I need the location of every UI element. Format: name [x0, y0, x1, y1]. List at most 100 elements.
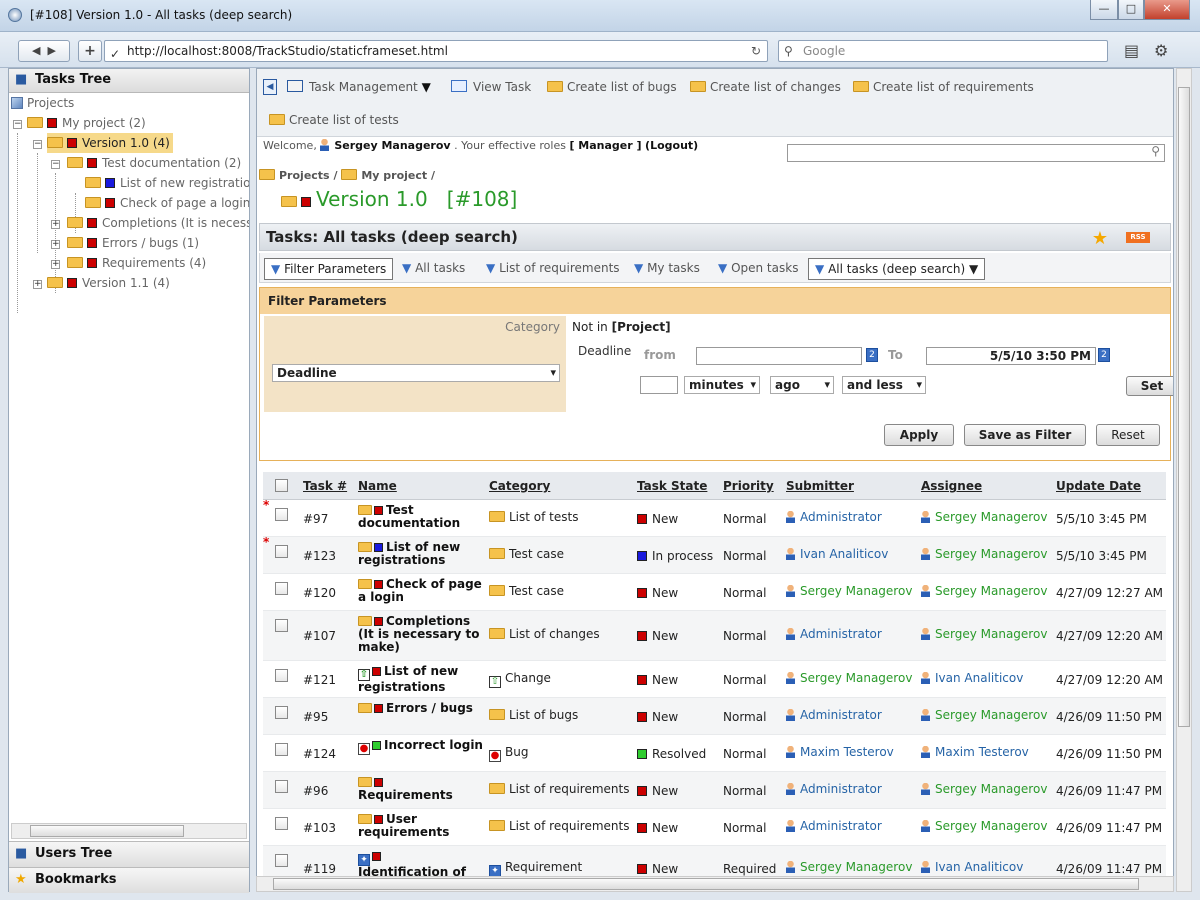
- main-horizontal-scrollbar[interactable]: [256, 876, 1174, 892]
- breadcrumb-my-project[interactable]: My project: [361, 169, 427, 182]
- tree-node-completions[interactable]: Completions (It is necessary: [67, 213, 249, 233]
- task-name-link[interactable]: Incorrect login: [384, 738, 483, 752]
- main-vertical-scrollbar[interactable]: [1176, 68, 1192, 892]
- row-checkbox[interactable]: [275, 706, 288, 719]
- user-name[interactable]: Administrator: [800, 510, 882, 524]
- collapse-pane-icon[interactable]: ◀: [263, 79, 277, 95]
- table-row[interactable]: #124 ● Incorrect login ● Bug Resolved Norm…: [263, 735, 1166, 772]
- star-icon[interactable]: ★: [1092, 226, 1108, 252]
- task-name[interactable]: Test documentation: [358, 504, 484, 530]
- task-number[interactable]: #103: [303, 821, 336, 835]
- col-task-num[interactable]: Task #: [303, 479, 347, 493]
- browser-search-box[interactable]: ⚲ Google: [778, 40, 1108, 62]
- collapse-icon[interactable]: −: [13, 120, 22, 129]
- task-name-link[interactable]: Requirements: [358, 788, 453, 802]
- row-checkbox[interactable]: [275, 508, 288, 521]
- task-name[interactable]: Check of page a login: [358, 578, 484, 604]
- task-name[interactable]: User requirements: [358, 813, 484, 839]
- task-submitter[interactable]: Administrator: [786, 819, 882, 833]
- row-checkbox[interactable]: [275, 743, 288, 756]
- close-window-button[interactable]: ✕: [1144, 0, 1190, 20]
- task-assignee[interactable]: Sergey Managerov: [921, 819, 1047, 833]
- row-checkbox[interactable]: [275, 854, 288, 867]
- task-submitter[interactable]: Administrator: [786, 708, 882, 722]
- user-name[interactable]: Maxim Testerov: [935, 745, 1029, 759]
- user-name[interactable]: Sergey Managerov: [935, 584, 1047, 598]
- deadline-to-input[interactable]: 5/5/10 3:50 PM: [926, 347, 1096, 365]
- expand-icon[interactable]: +: [51, 220, 60, 229]
- menu-create-list-of-tests[interactable]: Create list of tests: [269, 113, 399, 127]
- expand-icon[interactable]: +: [33, 280, 42, 289]
- task-submitter[interactable]: Administrator: [786, 627, 882, 641]
- tab-my-tasks[interactable]: ▼ My tasks: [634, 258, 700, 280]
- task-assignee[interactable]: Sergey Managerov: [921, 584, 1047, 598]
- row-checkbox[interactable]: [275, 817, 288, 830]
- task-number[interactable]: #96: [303, 784, 328, 798]
- tab-filter-parameters[interactable]: ▼ Filter Parameters: [264, 258, 394, 280]
- search-icon[interactable]: ⚲: [1151, 144, 1160, 158]
- direction-select[interactable]: ago: [770, 376, 834, 394]
- deadline-from-input[interactable]: [696, 347, 862, 365]
- col-assignee[interactable]: Assignee: [921, 479, 982, 493]
- minimize-button[interactable]: —: [1090, 0, 1118, 20]
- task-number[interactable]: #124: [303, 747, 336, 761]
- user-name[interactable]: Ivan Analiticov: [935, 860, 1023, 874]
- task-assignee[interactable]: Sergey Managerov: [921, 510, 1047, 524]
- task-name[interactable]: Completions (It is necessary to make): [358, 615, 484, 654]
- table-row[interactable]: #121 ⇧ List of new registrations ⇧ Change …: [263, 661, 1166, 698]
- scrollbar-thumb[interactable]: [30, 825, 184, 837]
- reset-button[interactable]: Reset: [1096, 424, 1160, 446]
- bookmarks-header[interactable]: ★ Bookmarks: [9, 867, 249, 893]
- user-name[interactable]: Administrator: [800, 819, 882, 833]
- menu-create-list-of-requirements[interactable]: Create list of requirements: [853, 80, 1034, 94]
- task-submitter[interactable]: Ivan Analiticov: [786, 547, 888, 561]
- task-name[interactable]: Requirements: [358, 776, 484, 802]
- col-submitter[interactable]: Submitter: [786, 479, 854, 493]
- tree-node-requirements[interactable]: Requirements (4): [67, 253, 206, 273]
- col-priority[interactable]: Priority: [723, 479, 774, 493]
- expand-icon[interactable]: +: [51, 240, 60, 249]
- calendar-icon[interactable]: 2: [866, 348, 878, 362]
- apply-button[interactable]: Apply: [884, 424, 954, 446]
- menu-task-management[interactable]: Task Management ▼: [287, 80, 431, 94]
- user-name[interactable]: Administrator: [800, 627, 882, 641]
- menu-create-list-of-bugs[interactable]: Create list of bugs: [547, 80, 677, 94]
- task-submitter[interactable]: Sergey Managerov: [786, 860, 912, 874]
- unit-select[interactable]: minutes: [684, 376, 760, 394]
- tree-node-list-of-new-registrations[interactable]: List of new registrations: [85, 173, 249, 193]
- tree-node-projects[interactable]: Projects: [11, 93, 74, 113]
- user-name[interactable]: Sergey Managerov: [935, 708, 1047, 722]
- tree-node-my-project[interactable]: My project (2): [27, 113, 146, 133]
- user-name[interactable]: Maxim Testerov: [800, 745, 894, 759]
- tree-horizontal-scrollbar[interactable]: [11, 823, 247, 839]
- tree-node-test-documentation[interactable]: Test documentation (2): [67, 153, 241, 173]
- table-row[interactable]: * #97 Test documentation List of tests N…: [263, 498, 1166, 537]
- tab-all-tasks-deep-search[interactable]: ▼ All tasks (deep search) ▼: [808, 258, 986, 280]
- task-number[interactable]: #123: [303, 549, 336, 563]
- table-row[interactable]: #107 Completions (It is necessary to mak…: [263, 611, 1166, 661]
- address-url[interactable]: http://localhost:8008/TrackStudio/static…: [127, 44, 448, 58]
- task-submitter[interactable]: Sergey Managerov: [786, 584, 912, 598]
- task-name[interactable]: Errors / bugs: [358, 702, 484, 715]
- task-number[interactable]: #97: [303, 512, 328, 526]
- task-submitter[interactable]: Administrator: [786, 510, 882, 524]
- task-name[interactable]: List of new registrations: [358, 541, 484, 567]
- tab-list-of-requirements[interactable]: ▼ List of requirements: [486, 258, 620, 280]
- tasks-tree-header[interactable]: ■ Tasks Tree: [9, 69, 249, 93]
- row-checkbox[interactable]: [275, 669, 288, 682]
- col-category[interactable]: Category: [489, 479, 550, 493]
- table-row[interactable]: #95 Errors / bugs List of bugs New Norma…: [263, 698, 1166, 735]
- task-assignee[interactable]: Ivan Analiticov: [921, 671, 1023, 685]
- welcome-user[interactable]: Sergey Managerov: [334, 139, 450, 152]
- user-name[interactable]: Sergey Managerov: [935, 819, 1047, 833]
- row-checkbox[interactable]: [275, 780, 288, 793]
- user-name[interactable]: Administrator: [800, 782, 882, 796]
- task-number[interactable]: #121: [303, 673, 336, 687]
- save-as-filter-button[interactable]: Save as Filter: [964, 424, 1086, 446]
- col-name[interactable]: Name: [358, 479, 397, 493]
- task-assignee[interactable]: Sergey Managerov: [921, 708, 1047, 722]
- task-submitter[interactable]: Maxim Testerov: [786, 745, 894, 759]
- row-checkbox[interactable]: [275, 619, 288, 632]
- tab-all-tasks[interactable]: ▼ All tasks: [402, 258, 465, 280]
- task-search-input[interactable]: ⚲: [787, 144, 1165, 162]
